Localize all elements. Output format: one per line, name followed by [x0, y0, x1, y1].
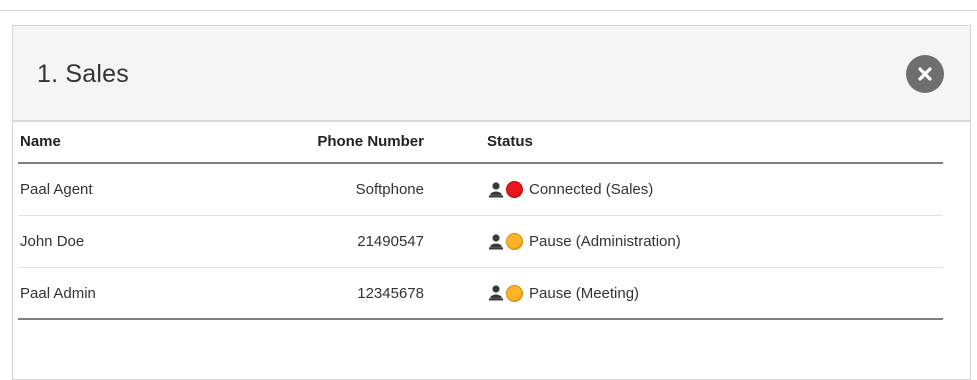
agent-status: Pause (Administration): [487, 216, 927, 267]
status-icons: [487, 284, 523, 302]
status-icons: [487, 233, 523, 251]
column-header-name[interactable]: Name: [20, 120, 260, 162]
agent-name: John Doe: [20, 233, 85, 250]
table-row[interactable]: Paal Agent Softphone Connected (Sales): [18, 164, 943, 216]
status-icons: [487, 181, 523, 199]
table-row[interactable]: John Doe 21490547 Pause (Administration): [18, 216, 943, 268]
agent-name: Paal Admin: [20, 284, 96, 302]
status-dot-icon: [506, 181, 523, 198]
agent-phone: 12345678: [357, 284, 424, 302]
person-icon: [489, 285, 503, 301]
status-dot-icon: [506, 284, 523, 302]
table-header-row: Name Phone Number Status: [18, 120, 943, 164]
top-divider: [0, 10, 977, 11]
agent-name: Paal Agent: [20, 181, 93, 198]
column-header-phone[interactable]: Phone Number: [268, 120, 424, 162]
agent-phone: Softphone: [355, 181, 424, 198]
agent-status: Connected (Sales): [487, 164, 927, 215]
panel-header: 1. Sales: [13, 26, 970, 122]
agent-status: Pause (Meeting): [487, 268, 927, 318]
status-label: Pause (Administration): [529, 233, 681, 250]
agent-phone: 21490547: [357, 233, 424, 250]
panel-title: 1. Sales: [37, 60, 129, 88]
column-header-status[interactable]: Status: [487, 120, 927, 162]
agents-table: Name Phone Number Status Paal Agent Soft…: [18, 120, 943, 320]
person-icon: [489, 233, 503, 249]
close-icon: [918, 67, 932, 81]
status-label: Connected (Sales): [529, 181, 654, 198]
person-icon: [489, 181, 503, 197]
status-dot-icon: [506, 233, 523, 250]
table-row[interactable]: Paal Admin 12345678 Pause (Meeting): [18, 268, 943, 320]
close-button[interactable]: [906, 55, 944, 93]
status-label: Pause (Meeting): [529, 284, 640, 302]
